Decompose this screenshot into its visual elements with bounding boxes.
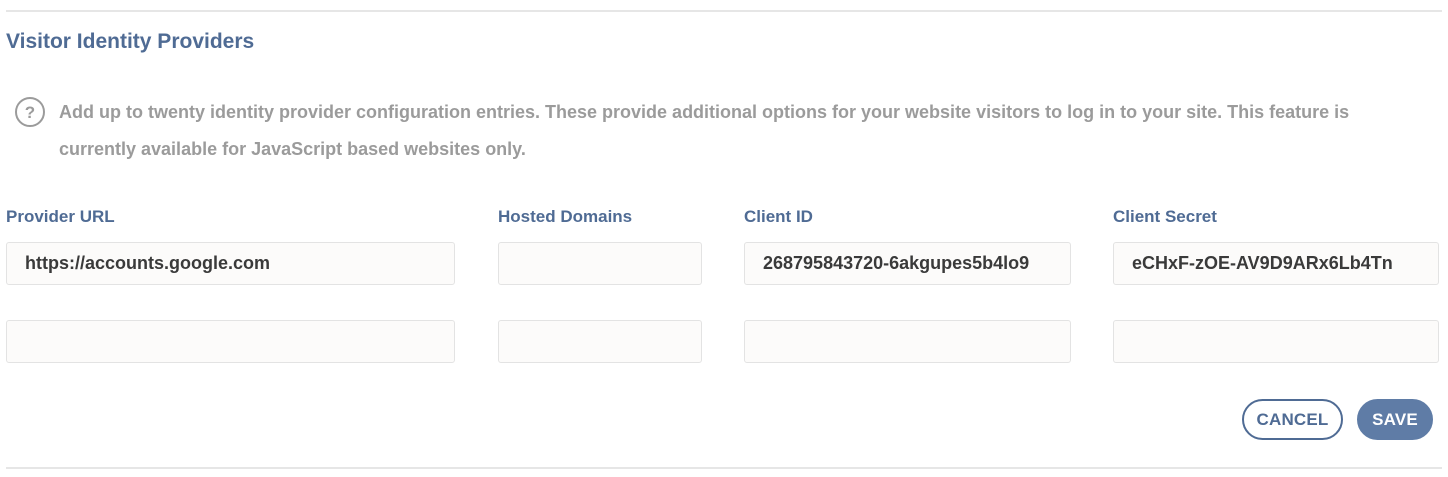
help-text: Add up to twenty identity provider confi… (59, 102, 1350, 159)
identity-providers-panel: Visitor Identity Providers ? Add up to t… (0, 0, 1448, 477)
cancel-button[interactable]: CANCEL (1242, 399, 1343, 440)
client-id-input-2[interactable] (744, 320, 1071, 363)
client-id-label: Client ID (744, 207, 813, 226)
provider-url-input-2[interactable] (6, 320, 455, 363)
provider-url-label: Provider URL (6, 207, 115, 226)
section-title: Visitor Identity Providers (6, 30, 255, 53)
bottom-divider (6, 467, 1442, 469)
question-circle-icon: ? (15, 97, 45, 127)
client-secret-input-2[interactable] (1113, 320, 1439, 363)
hosted-domains-input-2[interactable] (498, 320, 702, 363)
provider-url-input-1[interactable] (6, 242, 455, 285)
hosted-domains-label: Hosted Domains (498, 207, 633, 226)
client-id-input-1[interactable] (744, 242, 1071, 285)
client-secret-label: Client Secret (1113, 207, 1217, 226)
top-divider (6, 10, 1442, 12)
client-secret-input-1[interactable] (1113, 242, 1439, 285)
hosted-domains-input-1[interactable] (498, 242, 702, 285)
save-button[interactable]: SAVE (1357, 399, 1433, 440)
